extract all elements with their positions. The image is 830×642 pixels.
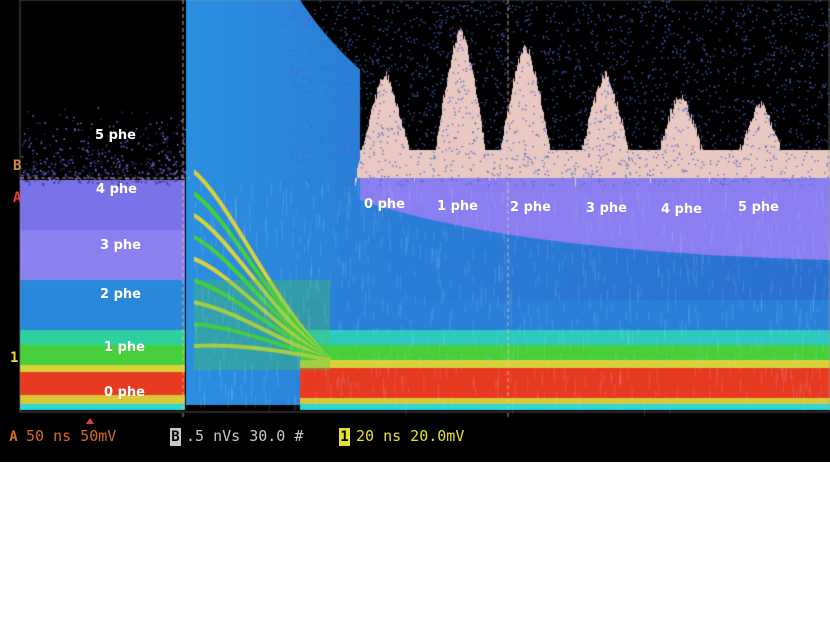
amplitude-label-4phe: 4 phe: [96, 182, 137, 197]
histogram-label-3phe: 3 phe: [586, 201, 627, 216]
amplitude-label-5phe: 5 phe: [95, 128, 136, 143]
histogram-label-0phe: 0 phe: [364, 197, 405, 212]
amplitude-label-0phe: 0 phe: [104, 385, 145, 400]
amplitude-label-3phe: 3 phe: [100, 238, 141, 253]
oscilloscope-display: B A 1 5 phe 4 phe 3 phe 2 phe 1 phe 0 ph…: [0, 0, 830, 462]
channel-1-chip: 1: [339, 428, 350, 446]
amplitude-label-1phe: 1 phe: [104, 340, 145, 355]
persistence-trace-canvas: [0, 0, 830, 418]
amplitude-label-2phe: 2 phe: [100, 287, 141, 302]
histogram-label-2phe: 2 phe: [510, 200, 551, 215]
histogram-label-5phe: 5 phe: [738, 200, 779, 215]
channel-b-marker: B: [13, 158, 22, 174]
channel-1-settings: 20 ns 20.0mV: [356, 427, 465, 445]
trigger-arrow-icon: [86, 418, 94, 424]
histogram-label-4phe: 4 phe: [661, 202, 702, 217]
channel-1-marker: 1: [10, 350, 19, 366]
channel-a-settings: 50 ns 50mV: [26, 427, 117, 445]
channel-a-marker: A: [13, 190, 22, 206]
histogram-label-1phe: 1 phe: [437, 199, 478, 214]
channel-a-chip: A: [9, 429, 18, 445]
channel-b-settings: .5 nVs 30.0 #: [186, 427, 304, 445]
channel-b-chip: B: [170, 428, 181, 446]
